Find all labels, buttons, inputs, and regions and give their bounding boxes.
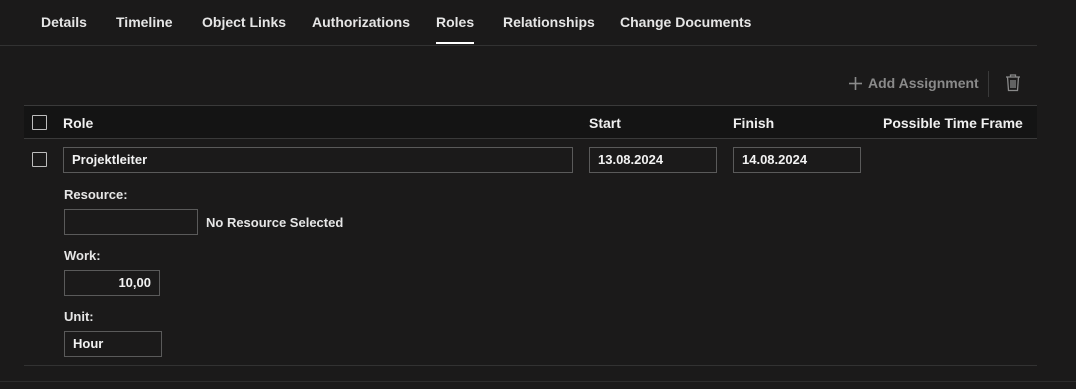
tab-details[interactable]: Details — [41, 14, 87, 44]
trash-icon[interactable] — [1004, 73, 1022, 92]
add-assignment-label: Add Assignment — [868, 75, 979, 91]
tab-authorizations[interactable]: Authorizations — [312, 14, 410, 44]
row-checkbox[interactable] — [32, 152, 47, 167]
finish-date-field[interactable]: 14.08.2024 — [733, 147, 861, 173]
column-header-possible-time-frame: Possible Time Frame — [883, 115, 1023, 131]
tab-change-documents[interactable]: Change Documents — [620, 14, 751, 44]
work-field[interactable]: 10,00 — [64, 270, 160, 296]
resource-status-text: No Resource Selected — [206, 215, 344, 230]
resource-field[interactable] — [64, 209, 198, 235]
column-header-finish: Finish — [733, 115, 775, 131]
tab-roles[interactable]: Roles — [436, 14, 475, 44]
tab-relationships[interactable]: Relationships — [503, 14, 595, 44]
work-label: Work: — [64, 248, 101, 263]
table-header: Role Start Finish Possible Time Frame — [24, 106, 1037, 139]
column-header-start: Start — [589, 115, 621, 131]
unit-field[interactable]: Hour — [64, 331, 162, 357]
tab-bar: Details Timeline Object Links Authorizat… — [0, 0, 1037, 46]
select-all-checkbox[interactable] — [32, 115, 47, 130]
row-divider — [24, 365, 1037, 366]
start-date-field[interactable]: 13.08.2024 — [589, 147, 717, 173]
plus-icon — [849, 76, 862, 90]
page-divider — [0, 381, 1076, 382]
column-header-role: Role — [63, 115, 94, 131]
tab-timeline[interactable]: Timeline — [116, 14, 173, 44]
add-assignment-button[interactable]: Add Assignment — [848, 73, 979, 93]
tab-object-links[interactable]: Object Links — [202, 14, 286, 44]
resource-label: Resource: — [64, 187, 128, 202]
role-field[interactable]: Projektleiter — [63, 147, 573, 173]
unit-label: Unit: — [64, 309, 94, 324]
toolbar-divider — [988, 71, 989, 97]
